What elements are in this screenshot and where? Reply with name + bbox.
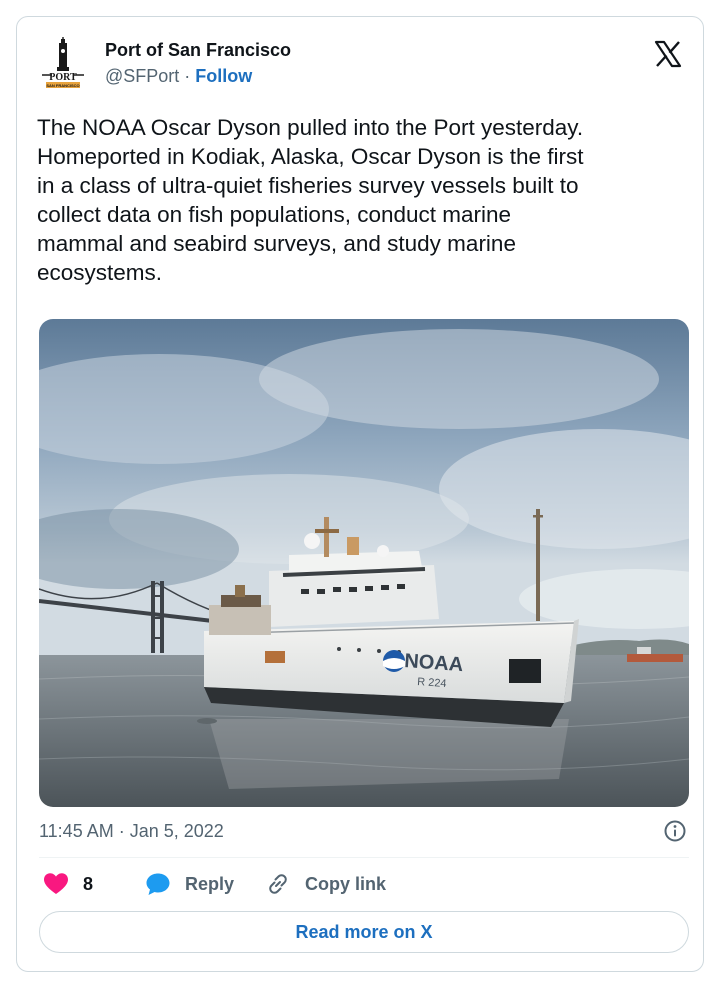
- read-more-button[interactable]: Read more on X: [39, 911, 689, 953]
- hull-number-text: R 224: [417, 676, 447, 690]
- author-info: Port of San Francisco @SFPort · Follow: [105, 37, 291, 89]
- tweet-card: PORT SAN FRANCISCO Port of San Francisco…: [16, 16, 704, 972]
- heart-icon: [44, 873, 68, 894]
- avatar-logo-subtext: SAN FRANCISCO: [46, 83, 79, 88]
- handle-separator: ·: [179, 66, 196, 86]
- copy-link-button[interactable]: Copy link: [265, 869, 386, 899]
- like-button[interactable]: 8: [43, 869, 93, 899]
- tweet-photo[interactable]: NOAA R 224: [39, 319, 689, 807]
- follow-button[interactable]: Follow: [195, 66, 252, 86]
- tweet-timestamp[interactable]: 11:45 AM · Jan 5, 2022: [39, 821, 224, 842]
- tweet-header: PORT SAN FRANCISCO Port of San Francisco…: [37, 35, 683, 99]
- info-icon[interactable]: [663, 819, 687, 843]
- author-display-name[interactable]: Port of San Francisco: [105, 37, 291, 63]
- tweet-text: The NOAA Oscar Dyson pulled into the Por…: [37, 115, 584, 285]
- author-handle[interactable]: @SFPort: [105, 66, 179, 86]
- divider: [39, 857, 689, 858]
- link-icon: [269, 874, 287, 894]
- avatar-logo-text: PORT: [49, 72, 77, 83]
- hull-name-text: NOAA: [404, 650, 464, 676]
- copy-link-label: Copy link: [305, 873, 387, 894]
- reply-bubble-icon: [146, 873, 170, 895]
- tweet-actions: 8 Reply Copy link: [39, 869, 689, 899]
- reply-button[interactable]: Reply: [145, 869, 234, 899]
- avatar[interactable]: PORT SAN FRANCISCO: [37, 37, 89, 89]
- reply-label: Reply: [185, 873, 235, 894]
- tweet-meta-row: 11:45 AM · Jan 5, 2022: [39, 817, 689, 847]
- author-handle-line: @SFPort · Follow: [105, 63, 291, 89]
- x-logo-icon[interactable]: [653, 39, 683, 69]
- like-count: 8: [83, 873, 94, 894]
